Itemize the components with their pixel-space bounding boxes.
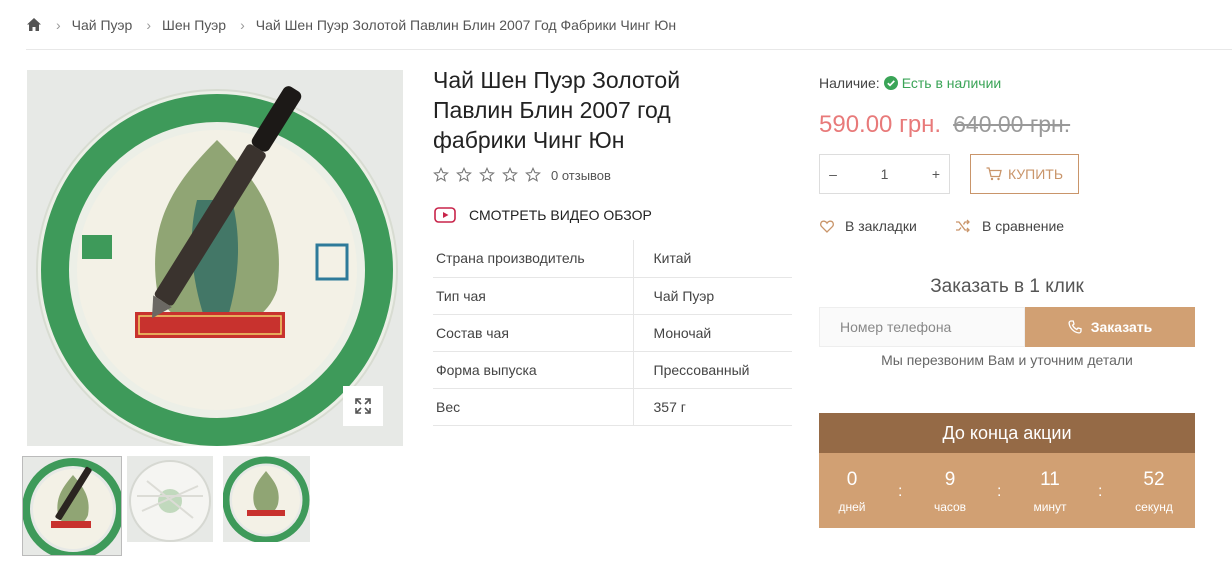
countdown-days: 0 дней xyxy=(822,469,882,514)
chevron-right-icon: › xyxy=(146,17,152,33)
callback-note: Мы перезвоним Вам и уточним детали xyxy=(881,352,1133,368)
price-block: 590.00 грн. 640.00 грн. xyxy=(819,111,1070,139)
spec-value: Прессованный xyxy=(633,351,792,389)
wishlist-button[interactable]: В закладки xyxy=(820,218,917,234)
spec-key: Вес xyxy=(433,388,634,426)
breadcrumb: › Чай Пуэр › Шен Пуэр › Чай Шен Пуэр Зол… xyxy=(26,14,676,36)
countdown-hours-value: 9 xyxy=(944,469,956,490)
stock-status: Наличие: Есть в наличии xyxy=(819,75,1001,91)
phone-icon xyxy=(1068,320,1082,334)
stock-label: Наличие: xyxy=(819,75,880,91)
countdown-seconds: 52 секунд xyxy=(1124,469,1184,514)
check-circle-icon xyxy=(883,76,898,90)
star-icon xyxy=(479,167,495,182)
reviews-link[interactable]: 0 отзывов xyxy=(551,168,611,183)
video-review-link[interactable]: СМОТРЕТЬ ВИДЕО ОБЗОР xyxy=(434,207,652,223)
table-row: Вес 357 г xyxy=(433,388,792,426)
star-icon xyxy=(502,167,518,182)
old-price: 640.00 грн. xyxy=(953,111,1071,137)
specs-table: Страна производитель Китай Тип чая Чай Пуэ… xyxy=(433,240,792,426)
table-row: Форма выпуска Прессованный xyxy=(433,351,792,389)
one-click-order-label: Заказать xyxy=(1090,319,1153,335)
star-icon xyxy=(433,167,449,182)
spec-value: 357 г xyxy=(633,388,792,426)
zoom-button[interactable] xyxy=(343,386,383,426)
spec-value: Моночай xyxy=(633,314,792,352)
star-icon xyxy=(525,167,541,182)
spec-value: Китай xyxy=(633,240,792,278)
spec-value: Чай Пуэр xyxy=(633,277,792,315)
current-price: 590.00 грн. xyxy=(819,111,942,138)
quantity-value[interactable]: 1 xyxy=(846,166,923,182)
countdown-days-label: дней xyxy=(838,500,866,514)
countdown-separator: : xyxy=(1098,483,1103,500)
table-row: Состав чая Моночай xyxy=(433,314,792,352)
video-review-label: СМОТРЕТЬ ВИДЕО ОБЗОР xyxy=(469,207,652,223)
table-row: Тип чая Чай Пуэр xyxy=(433,277,792,315)
quantity-decrease-button[interactable]: – xyxy=(820,166,846,182)
buy-button-label: КУПИТЬ xyxy=(1007,166,1064,182)
compare-button[interactable]: В сравнение xyxy=(955,218,1064,234)
countdown-separator: : xyxy=(898,483,903,500)
one-click-order-button[interactable]: Заказать xyxy=(1025,307,1195,347)
home-icon[interactable] xyxy=(26,17,42,33)
table-row: Страна производитель Китай xyxy=(433,240,792,278)
breadcrumb-current: Чай Шен Пуэр Золотой Павлин Блин 2007 Го… xyxy=(255,17,677,33)
countdown-hours: 9 часов xyxy=(920,469,980,514)
spec-key: Страна производитель xyxy=(433,240,634,278)
countdown-seconds-value: 52 xyxy=(1143,469,1165,490)
promo-countdown: 0 дней : 9 часов : 11 минут : 52 секунд xyxy=(819,453,1195,528)
phone-input[interactable] xyxy=(819,307,1025,347)
compare-label: В сравнение xyxy=(982,218,1065,234)
star-icon xyxy=(456,167,472,182)
breadcrumb-link[interactable]: Чай Пуэр xyxy=(72,17,133,33)
youtube-icon xyxy=(434,207,456,223)
chevron-right-icon: › xyxy=(240,17,245,33)
product-title: Чай Шен Пуэр Золотой Павлин Блин 2007 го… xyxy=(433,67,681,153)
product-main-image[interactable] xyxy=(27,70,403,446)
in-stock-text: Есть в наличии xyxy=(901,75,1002,91)
one-click-title: Заказать в 1 клик xyxy=(930,276,1084,297)
countdown-minutes-value: 11 xyxy=(1040,469,1060,490)
chevron-right-icon: › xyxy=(56,17,61,33)
thumbnail-3[interactable] xyxy=(223,456,310,542)
thumbnail-2[interactable] xyxy=(127,456,213,542)
countdown-seconds-label: секунд xyxy=(1135,500,1173,514)
promo-countdown-title: До конца акции xyxy=(819,413,1195,453)
countdown-hours-label: часов xyxy=(933,500,967,514)
spec-key: Тип чая xyxy=(433,277,634,315)
quantity-increase-button[interactable]: + xyxy=(923,166,949,182)
expand-icon xyxy=(355,398,371,414)
wishlist-label: В закладки xyxy=(845,218,917,234)
quantity-stepper: – 1 + xyxy=(819,154,950,194)
in-stock-badge: Есть в наличии xyxy=(883,75,1002,91)
divider xyxy=(26,49,1232,50)
countdown-minutes-label: минут xyxy=(1033,500,1067,514)
heart-icon xyxy=(820,220,834,233)
product-rating: 0 отзывов xyxy=(433,167,611,183)
breadcrumb-link[interactable]: Шен Пуэр xyxy=(162,17,226,33)
spec-key: Форма выпуска xyxy=(433,351,634,389)
thumbnail-1[interactable] xyxy=(22,456,122,556)
rating-stars[interactable] xyxy=(433,167,541,183)
spec-key: Состав чая xyxy=(433,314,634,352)
buy-button[interactable]: КУПИТЬ xyxy=(970,154,1079,194)
countdown-separator: : xyxy=(997,483,1002,500)
shuffle-icon xyxy=(956,219,970,233)
countdown-minutes: 11 минут xyxy=(1020,469,1080,514)
cart-icon xyxy=(986,167,1002,181)
countdown-days-value: 0 xyxy=(846,469,858,490)
